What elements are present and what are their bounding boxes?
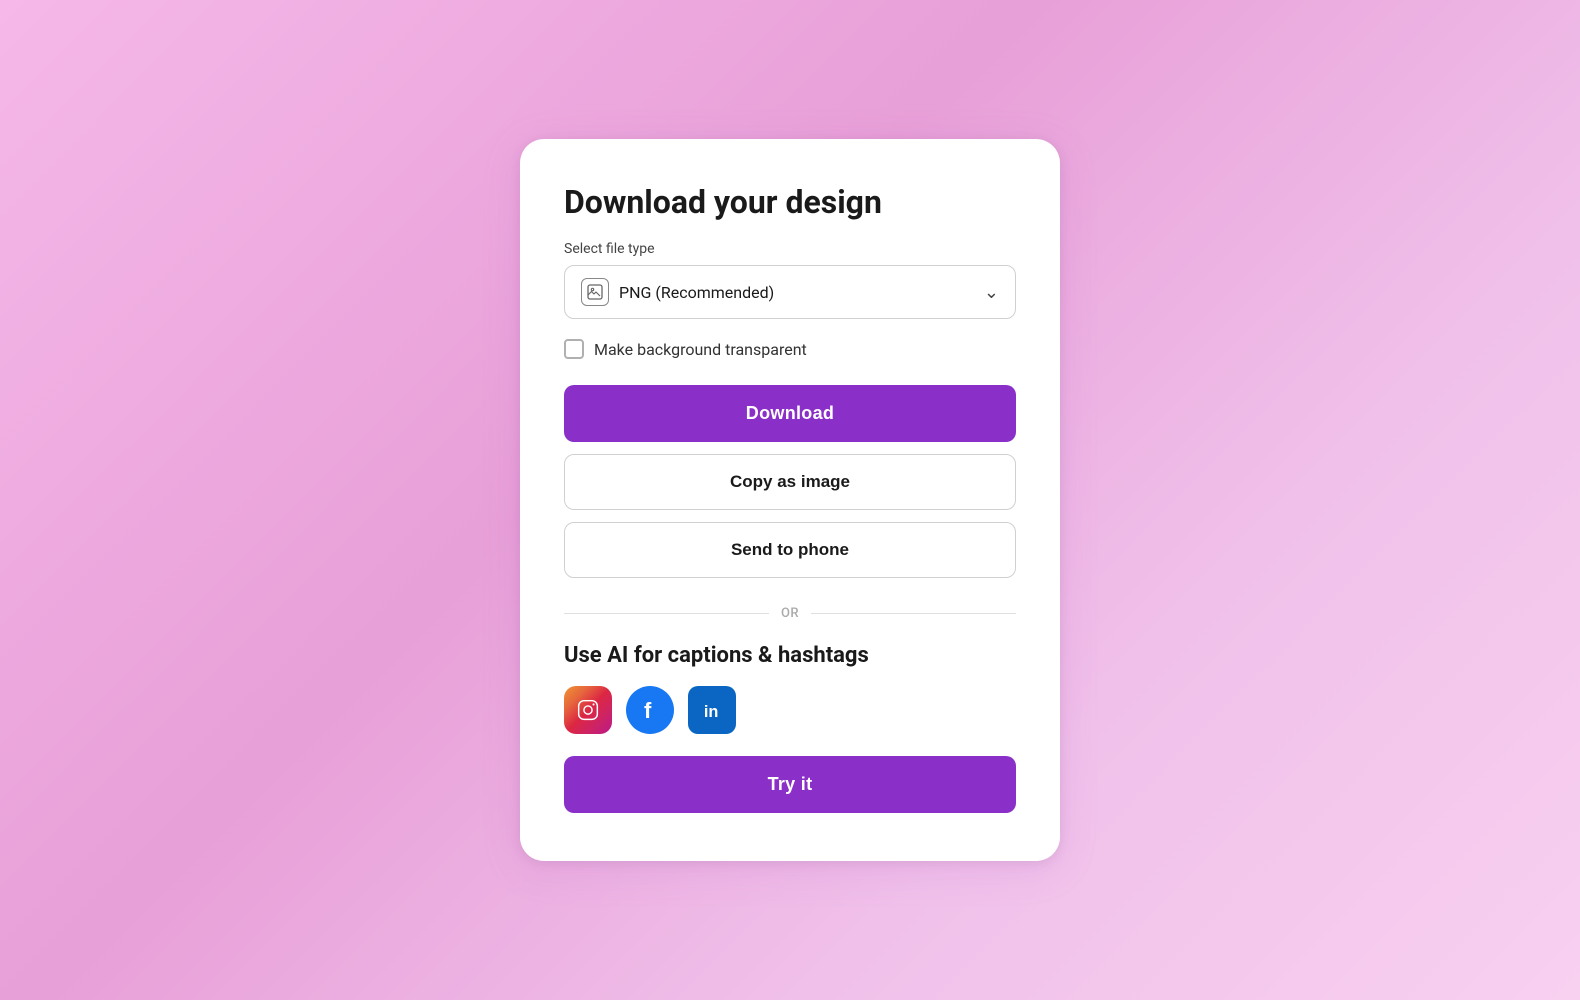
chevron-down-icon: ⌄ — [984, 282, 999, 303]
ai-section-title: Use AI for captions & hashtags — [564, 643, 1016, 668]
transparent-bg-label: Make background transparent — [594, 340, 807, 359]
download-modal: Download your design Select file type PN… — [520, 139, 1060, 861]
modal-title: Download your design — [564, 183, 1016, 221]
divider: OR — [564, 606, 1016, 621]
copy-as-image-button[interactable]: Copy as image — [564, 454, 1016, 510]
instagram-icon[interactable] — [564, 686, 612, 734]
file-type-label: Select file type — [564, 241, 1016, 257]
try-it-button[interactable]: Try it — [564, 756, 1016, 813]
transparent-bg-checkbox[interactable] — [564, 339, 584, 359]
divider-text: OR — [781, 606, 799, 621]
image-file-icon — [581, 278, 609, 306]
facebook-icon[interactable]: f — [626, 686, 674, 734]
file-type-dropdown[interactable]: PNG (Recommended) ⌄ — [564, 265, 1016, 319]
svg-text:in: in — [704, 703, 719, 721]
transparent-bg-row: Make background transparent — [564, 339, 1016, 359]
divider-line-right — [811, 613, 1016, 614]
linkedin-icon[interactable]: in — [688, 686, 736, 734]
svg-text:f: f — [644, 698, 652, 723]
file-type-value: PNG (Recommended) — [619, 283, 974, 302]
divider-line-left — [564, 613, 769, 614]
send-to-phone-button[interactable]: Send to phone — [564, 522, 1016, 578]
download-button[interactable]: Download — [564, 385, 1016, 442]
social-icons-row: f in — [564, 686, 1016, 734]
